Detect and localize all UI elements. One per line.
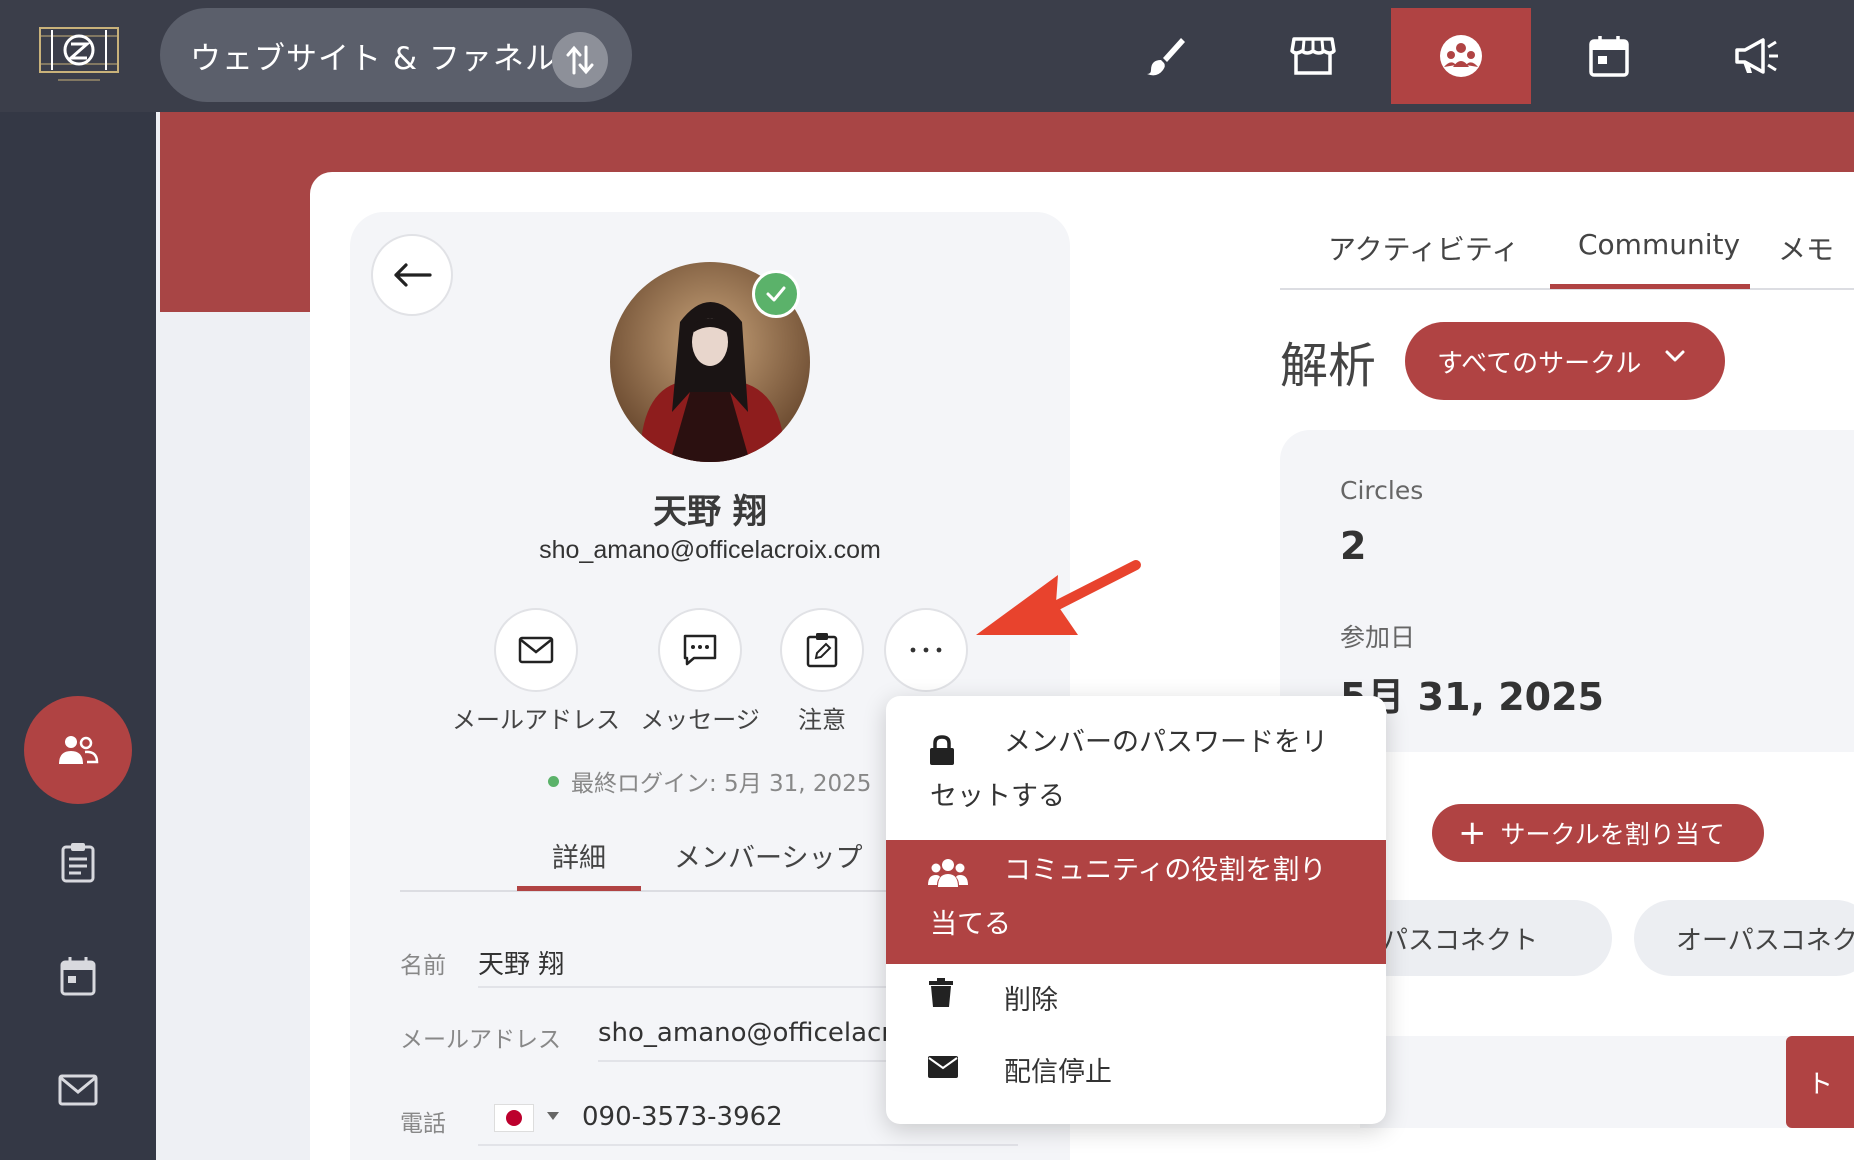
menu-item-label-cont: セットする [930,781,1065,812]
more-options-menu: メンバーのパスワードをリ セットする コミュニティの役割を割り 当てる 削除 配… [886,696,1386,1124]
left-sidebar [0,112,156,1160]
menu-item-label: メンバーのパスワードをリ [1004,727,1328,758]
note-action-label: 注意 [798,706,846,734]
online-status-dot [548,775,559,787]
assign-circle-button[interactable]: + サークルを割り当て [1432,804,1764,862]
brush-icon[interactable] [1095,8,1235,104]
more-icon [910,647,942,653]
circle-filter-label: すべてのサークル [1437,348,1642,379]
phone-field-label: 電話 [400,1111,446,1137]
last-login: 最終ログイン: 5月 31, 2025 [548,764,871,798]
last-login-text: 最終ログイン: 5月 31, 2025 [571,771,872,797]
member-name: 天野 翔 [653,492,767,532]
submit-button[interactable]: ト [1786,1036,1854,1128]
calendar-icon[interactable] [24,922,132,1030]
lock-icon [930,735,954,765]
mail-icon[interactable] [24,1036,132,1144]
tab-activity[interactable]: アクティビティ [1328,228,1519,268]
joined-stat-label: 参加日 [1340,623,1416,652]
circle-chip[interactable]: オーパスコネクト [1634,900,1854,976]
right-active-tab-indicator [1550,284,1750,289]
email-field-label: メールアドレス [400,1027,561,1053]
member-email: sho_amano@officelacroix.com [539,536,881,564]
megaphone-icon[interactable] [1687,8,1827,104]
country-caret-icon[interactable] [547,1112,559,1120]
tab-divider [400,890,900,892]
back-button[interactable] [371,234,453,316]
message-action-button[interactable] [658,608,742,692]
note-icon [806,633,838,668]
tab-memo[interactable]: メモ [1778,228,1834,268]
store-icon[interactable] [1243,8,1383,104]
active-tab-indicator [517,886,641,891]
assign-circle-label: サークルを割り当て [1500,820,1725,849]
clipboard-icon[interactable] [24,808,132,916]
site-switcher[interactable]: ウェブサイト & ファネル [160,8,632,102]
japan-flag-icon[interactable] [494,1104,534,1132]
mail-icon [518,636,554,664]
submit-button-label: ト [1806,1069,1833,1100]
email-action-label: メールアドレス [452,706,620,734]
menu-item-assign-community-role[interactable]: コミュニティの役割を割り 当てる [886,840,1386,964]
circle-chip-label: オーパスコネクト [1676,925,1854,956]
bottom-input-area [1360,1036,1854,1128]
menu-item-label-cont: 当てる [930,909,1011,940]
arrow-left-icon [394,263,432,287]
verified-check-icon [752,270,800,318]
menu-item-label: 削除 [1004,985,1058,1016]
phone-field[interactable]: 090-3573-3962 [582,1102,882,1132]
circle-chip-label: パスコネクト [1382,925,1539,956]
circle-filter-select[interactable]: すべてのサークル [1405,322,1725,400]
email-field[interactable]: sho_amano@officelacroix.com [598,1018,886,1048]
people-icon [928,859,968,887]
trash-icon [929,978,953,1007]
community-icon[interactable] [1391,8,1531,104]
menu-item-label: コミュニティの役割を割り [1004,855,1327,886]
tab-membership[interactable]: メンバーシップ [674,836,862,875]
annotation-arrow-icon [976,560,1141,635]
tab-community[interactable]: Community [1578,228,1740,261]
swap-arrows-icon[interactable] [552,32,608,88]
more-options-button[interactable] [884,608,968,692]
site-switcher-label: ウェブサイト & ファネル [190,40,557,77]
tab-details[interactable]: 詳細 [552,836,606,875]
menu-item-delete[interactable]: 削除 [886,966,1386,1036]
chevron-down-icon [1665,350,1685,362]
envelope-icon [928,1056,958,1078]
menu-item-unsubscribe[interactable]: 配信停止 [886,1038,1386,1108]
menu-item-label: 配信停止 [1004,1057,1112,1088]
phone-field-underline [478,1144,1018,1146]
circles-stat-label: Circles [1340,476,1424,505]
members-icon[interactable] [24,696,132,804]
message-action-label: メッセージ [640,706,760,734]
message-icon [683,634,717,666]
name-field-label: 名前 [400,953,446,979]
note-action-button[interactable] [780,608,864,692]
calendar-icon[interactable] [1539,8,1679,104]
plus-icon: + [1458,813,1487,853]
menu-item-reset-password[interactable]: メンバーのパスワードをリ セットする [886,696,1386,818]
analytics-title: 解析 [1280,338,1377,394]
name-field[interactable]: 天野 翔 [478,944,878,981]
email-action-button[interactable] [494,608,578,692]
circles-stat-value: 2 [1340,524,1367,568]
top-navigation-bar: ウェブサイト & ファネル [0,0,1854,112]
brand-logo[interactable] [38,24,120,86]
